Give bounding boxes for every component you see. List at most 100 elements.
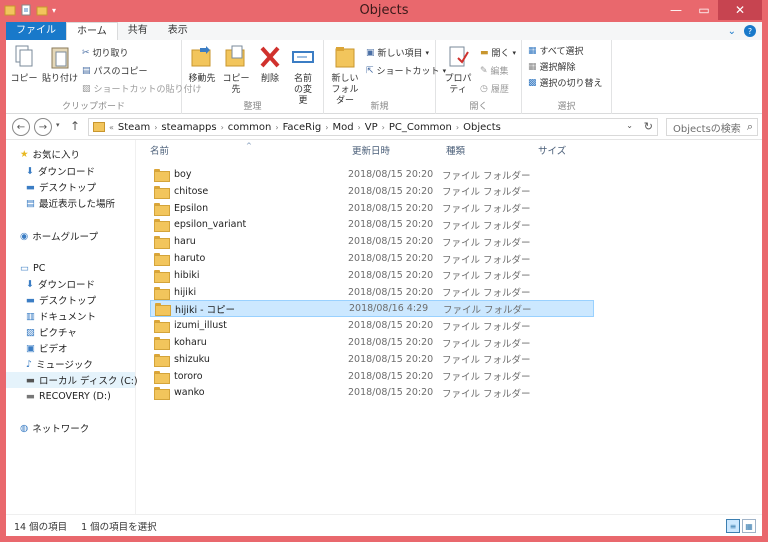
nav-pc[interactable]: ▭ PC <box>20 260 45 276</box>
open-button[interactable]: ▬ 開く ▾ <box>480 46 516 60</box>
refresh-icon[interactable]: ↻ <box>644 120 653 133</box>
table-row[interactable]: shizuku 2018/08/15 20:20 ファイル フォルダー <box>150 351 594 368</box>
nav-fav-recent[interactable]: ▤ 最近表示した場所 <box>26 195 115 211</box>
table-row[interactable]: izumi_illust 2018/08/15 20:20 ファイル フォルダー <box>150 317 594 334</box>
nav-network[interactable]: ◍ ネットワーク <box>20 420 89 436</box>
chevron-right-icon[interactable]: › <box>456 123 459 132</box>
back-button[interactable]: ← <box>12 118 30 136</box>
up-button[interactable]: ↑ <box>70 119 80 133</box>
new-item-label: 新しい項目 <box>377 49 423 59</box>
breadcrumb-pc-common[interactable]: PC_Common <box>389 122 452 133</box>
tab-view[interactable]: 表示 <box>158 22 198 40</box>
table-row[interactable]: hijiki - コピー 2018/08/16 4:29 ファイル フォルダー <box>150 300 594 318</box>
copy-to-icon <box>225 45 245 67</box>
minimize-button[interactable]: — <box>662 0 690 20</box>
group-open-label: 開く <box>469 102 488 112</box>
nav-favorites[interactable]: ★ お気に入り <box>20 146 80 162</box>
breadcrumb-vp[interactable]: VP <box>365 122 378 133</box>
chevron-right-icon[interactable]: › <box>154 123 157 132</box>
pictures-icon: ▨ <box>26 326 35 338</box>
nav-pc-videos[interactable]: ▣ ビデオ <box>26 340 68 356</box>
easy-access-button[interactable]: ⇱ ショートカット ▾ <box>366 64 446 78</box>
cut-button[interactable]: ✂ 切り取り <box>82 46 129 60</box>
invert-selection-button[interactable]: ▩ 選択の切り替え <box>528 76 603 90</box>
nav-pc-music[interactable]: ♪ ミュージック <box>26 356 93 372</box>
table-row[interactable]: hibiki 2018/08/15 20:20 ファイル フォルダー <box>150 267 594 284</box>
select-none-button[interactable]: ▦ 選択解除 <box>528 60 576 74</box>
breadcrumb-steam[interactable]: Steam <box>118 122 150 133</box>
properties-icon <box>449 46 469 67</box>
select-all-icon: ▦ <box>528 45 537 56</box>
rename-button[interactable]: 名前の変更 <box>286 44 320 107</box>
history-button[interactable]: ◷ 履歴 <box>480 82 509 96</box>
nav-pc-desktop[interactable]: ▬ デスクトップ <box>26 292 96 308</box>
nav-recovery[interactable]: ▬ RECOVERY (D:) <box>26 388 111 404</box>
help-icon[interactable]: ? <box>744 25 756 37</box>
column-header-size[interactable]: サイズ <box>538 142 598 162</box>
nav-fav-downloads[interactable]: ⬇ ダウンロード <box>26 163 95 179</box>
table-row[interactable]: hijiki 2018/08/15 20:20 ファイル フォルダー <box>150 284 594 301</box>
table-row[interactable]: chitose 2018/08/15 20:20 ファイル フォルダー <box>150 183 594 200</box>
chevron-right-icon[interactable]: › <box>275 123 278 132</box>
copy-path-button[interactable]: ▤ パスのコピー <box>82 64 148 78</box>
chevron-right-icon[interactable]: › <box>382 123 385 132</box>
recent-dropdown-icon[interactable]: ▾ <box>56 121 60 129</box>
table-row[interactable]: haru 2018/08/15 20:20 ファイル フォルダー <box>150 233 594 250</box>
file-type: ファイル フォルダー <box>442 271 531 283</box>
nav-pc-documents[interactable]: ▥ ドキュメント <box>26 308 96 324</box>
breadcrumb-mod[interactable]: Mod <box>332 122 353 133</box>
copy-button[interactable]: コピー <box>10 44 38 85</box>
nav-local-disk[interactable]: ▬ ローカル ディスク (C:) <box>6 372 138 388</box>
close-button[interactable]: ✕ <box>718 0 762 20</box>
network-icon: ◍ <box>20 422 29 434</box>
search-box[interactable]: Objectsの検索 ⌕ <box>666 118 758 136</box>
breadcrumb-objects[interactable]: Objects <box>463 122 501 133</box>
delete-button[interactable]: 削除 <box>256 44 284 85</box>
select-all-button[interactable]: ▦ すべて選択 <box>528 44 584 58</box>
new-folder-button[interactable]: 新しいフォルダー <box>328 44 362 107</box>
folder-icon <box>154 185 170 199</box>
maximize-button[interactable]: ▭ <box>690 0 718 20</box>
search-icon[interactable]: ⌕ <box>747 120 753 134</box>
breadcrumb-overflow-icon[interactable]: « <box>109 123 114 132</box>
nav-pc-pictures[interactable]: ▨ ピクチャ <box>26 324 77 340</box>
tab-share[interactable]: 共有 <box>118 22 158 40</box>
table-row[interactable]: epsilon_variant 2018/08/15 20:20 ファイル フォルダ… <box>150 216 594 233</box>
explorer-window: ▾ Objects — ▭ ✕ ファイル ホーム 共有 表示 ⌄ ? コピー 貼 <box>0 0 768 542</box>
properties-button[interactable]: プロパティ <box>440 44 476 96</box>
breadcrumb-steamapps[interactable]: steamapps <box>161 122 216 133</box>
table-row[interactable]: Epsilon 2018/08/15 20:20 ファイル フォルダー <box>150 200 594 217</box>
forward-button[interactable]: → <box>34 118 52 136</box>
address-dropdown-icon[interactable]: ⌄ <box>626 121 633 130</box>
group-open: プロパティ ▬ 開く ▾ ✎ 編集 ◷ 履歴 開く <box>436 40 522 114</box>
column-header-type[interactable]: 種類 <box>446 142 536 162</box>
column-header-name[interactable]: 名前 ^ <box>150 142 348 162</box>
table-row[interactable]: boy 2018/08/15 20:20 ファイル フォルダー <box>150 166 594 183</box>
table-row[interactable]: haruto 2018/08/15 20:20 ファイル フォルダー <box>150 250 594 267</box>
table-row[interactable]: wanko 2018/08/15 20:20 ファイル フォルダー <box>150 384 594 401</box>
breadcrumb-common[interactable]: common <box>228 122 272 133</box>
move-to-button[interactable]: 移動先 <box>186 44 218 85</box>
tab-home[interactable]: ホーム <box>66 22 118 40</box>
column-header-date[interactable]: 更新日時 <box>352 142 446 162</box>
details-view-button[interactable]: ≡ <box>726 519 740 533</box>
file-type: ファイル フォルダー <box>442 237 531 249</box>
table-row[interactable]: koharu 2018/08/15 20:20 ファイル フォルダー <box>150 334 594 351</box>
ribbon-collapse-icon[interactable]: ⌄ <box>728 26 736 37</box>
chevron-right-icon[interactable]: › <box>358 123 361 132</box>
navigation-pane: ★ お気に入り ⬇ ダウンロード ▬ デスクトップ ▤ 最近表示した場所 ◉ ホ… <box>6 140 138 514</box>
nav-homegroup[interactable]: ◉ ホームグループ <box>20 228 98 244</box>
large-icons-view-button[interactable]: ▦ <box>742 519 756 533</box>
new-item-button[interactable]: ▣ 新しい項目 ▾ <box>366 46 429 60</box>
breadcrumb-facerig[interactable]: FaceRig <box>283 122 322 133</box>
edit-button[interactable]: ✎ 編集 <box>480 64 509 78</box>
nav-fav-desktop[interactable]: ▬ デスクトップ <box>26 179 96 195</box>
nav-pc-downloads[interactable]: ⬇ ダウンロード <box>26 276 95 292</box>
table-row[interactable]: tororo 2018/08/15 20:20 ファイル フォルダー <box>150 368 594 385</box>
tab-file[interactable]: ファイル <box>6 22 66 40</box>
chevron-right-icon[interactable]: › <box>325 123 328 132</box>
copy-to-button[interactable]: コピー先 <box>220 44 252 96</box>
paste-button[interactable]: 貼り付け <box>42 44 78 85</box>
address-bar[interactable]: « Steam › steamapps › common › FaceRig › Mod… <box>88 118 658 136</box>
chevron-right-icon[interactable]: › <box>221 123 224 132</box>
